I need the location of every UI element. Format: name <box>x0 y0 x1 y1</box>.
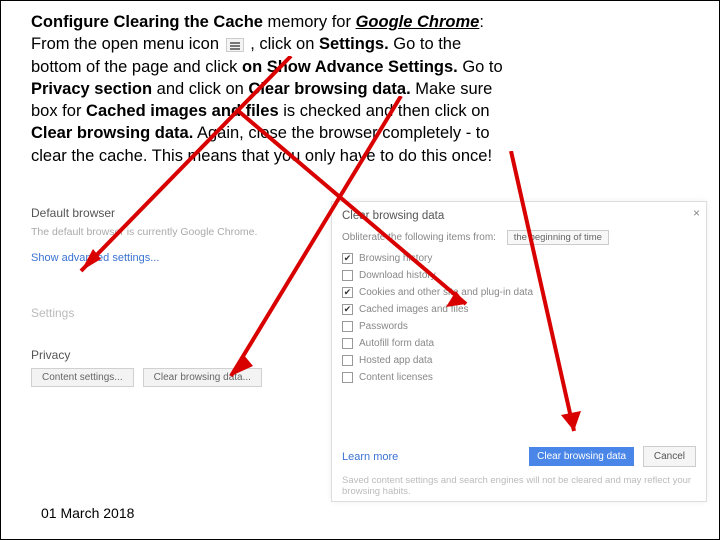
checkbox-row[interactable]: Passwords <box>342 321 696 332</box>
default-browser-text: The default browser is currently Google … <box>31 226 331 238</box>
show-advanced-link[interactable]: Show advanced settings... <box>31 252 331 264</box>
l4-privacy: Privacy section <box>31 80 152 98</box>
checkbox-label: Download history <box>359 270 436 281</box>
hamburger-menu-icon <box>226 38 244 52</box>
clear-data-button[interactable]: Clear browsing data <box>529 447 634 466</box>
l5-cached: Cached images and files <box>86 102 279 120</box>
l3b: Go to <box>462 58 502 76</box>
l6a: Again, close the browser completely - to <box>197 124 490 142</box>
l2b: , click on <box>250 35 314 53</box>
clear-browsing-data-button[interactable]: Clear browsing data... <box>143 368 262 387</box>
cancel-button[interactable]: Cancel <box>643 446 696 467</box>
content-settings-button[interactable]: Content settings... <box>31 368 134 387</box>
checkbox-label: Passwords <box>359 321 408 332</box>
checkbox-row[interactable]: Autofill form data <box>342 338 696 349</box>
checkbox-row[interactable]: Browsing history <box>342 253 696 264</box>
checkbox-row[interactable]: Cookies and other site and plug-in data <box>342 287 696 298</box>
title-bold: Configure Clearing the Cache <box>31 13 263 31</box>
l4-clear: Clear browsing data. <box>248 80 410 98</box>
section-settings: Settings <box>31 306 331 320</box>
checkbox-row[interactable]: Cached images and files <box>342 304 696 315</box>
checkbox-label: Browsing history <box>359 253 432 264</box>
checkbox[interactable] <box>342 355 353 366</box>
section-privacy: Privacy <box>31 348 331 362</box>
l3-show: on Show Advance Settings. <box>242 58 458 76</box>
checkbox-row[interactable]: Hosted app data <box>342 355 696 366</box>
checkbox[interactable] <box>342 372 353 383</box>
checkbox-label: Content licenses <box>359 372 433 383</box>
slide-date: 01 March 2018 <box>41 505 134 521</box>
l2-settings: Settings. <box>319 35 389 53</box>
l4a: and click on <box>157 80 244 98</box>
dialog-note: Saved content settings and search engine… <box>332 471 706 501</box>
l6-clear: Clear browsing data. <box>31 124 193 142</box>
l5b: is checked and then click on <box>283 102 489 120</box>
l2a: From the open menu icon <box>31 35 219 53</box>
checkbox-row[interactable]: Download history <box>342 270 696 281</box>
checkbox-label: Autofill form data <box>359 338 434 349</box>
l5a: box for <box>31 102 81 120</box>
l7: clear the cache. This means that you onl… <box>31 147 492 165</box>
checkbox[interactable] <box>342 287 353 298</box>
obliterate-text: Obliterate the following items from: <box>342 232 496 243</box>
checkbox[interactable] <box>342 321 353 332</box>
dialog-title: Clear browsing data <box>342 210 696 222</box>
l4b: Make sure <box>415 80 492 98</box>
checkbox-label: Cached images and files <box>359 304 469 315</box>
time-range-select[interactable]: the beginning of time <box>507 230 609 245</box>
learn-more-link[interactable]: Learn more <box>342 451 398 463</box>
clear-browsing-data-dialog: × Clear browsing data Obliterate the fol… <box>331 201 707 502</box>
section-default-browser: Default browser <box>31 206 331 220</box>
checkbox[interactable] <box>342 338 353 349</box>
checkbox[interactable] <box>342 304 353 315</box>
l3a: bottom of the page and click <box>31 58 237 76</box>
checkbox-label: Cookies and other site and plug-in data <box>359 287 533 298</box>
title-rest: memory for <box>268 13 351 31</box>
checkbox[interactable] <box>342 253 353 264</box>
instructions-block: Configure Clearing the Cache memory for … <box>1 1 719 175</box>
screenshot-panels: Default browser The default browser is c… <box>31 206 707 497</box>
title-chrome: Google Chrome <box>356 13 480 31</box>
close-icon[interactable]: × <box>693 206 700 220</box>
l2c: Go to the <box>393 35 461 53</box>
checkbox-row[interactable]: Content licenses <box>342 372 696 383</box>
checkbox[interactable] <box>342 270 353 281</box>
checkbox-label: Hosted app data <box>359 355 432 366</box>
chrome-settings-left: Default browser The default browser is c… <box>31 206 331 387</box>
checkbox-list: Browsing history Download history Cookies … <box>342 253 696 383</box>
